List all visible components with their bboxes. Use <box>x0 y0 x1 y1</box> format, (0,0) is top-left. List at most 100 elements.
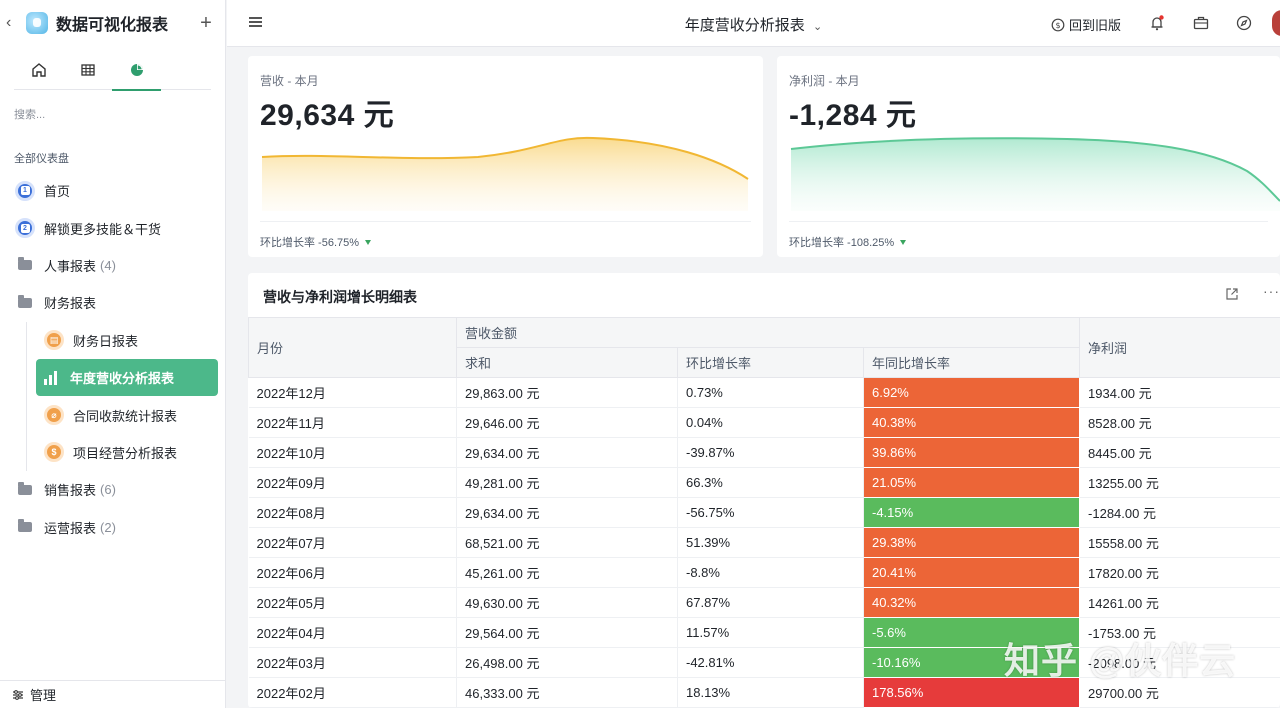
sidebar-folder-sales[interactable]: 销售报表 (6) <box>0 471 225 508</box>
table-row[interactable]: 2022年07月 68,521.00 元 51.39% 29.38% 15558.00 … <box>248 527 1280 558</box>
table-row[interactable]: 2022年09月 49,281.00 元 66.3% 21.05% 13255.00 元 <box>248 467 1280 498</box>
bar-chart-icon <box>44 370 60 385</box>
sidebar-item-project-operation[interactable]: $ 项目经营分析报表 <box>36 434 218 471</box>
cell-yoy-rate: 20.41% <box>863 557 1081 588</box>
manage-label: 管理 <box>30 688 57 703</box>
cell-month: 2022年06月 <box>248 557 457 588</box>
cell-mom-rate: 11.57% <box>677 617 864 648</box>
cell-net-profit: 8445.00 元 <box>1079 437 1280 468</box>
pie-chart-icon <box>130 64 143 76</box>
tab-table[interactable] <box>63 50 112 90</box>
sidebar-item-finance-daily[interactable]: ▤ 财务日报表 <box>36 322 218 359</box>
cell-yoy-rate: -4.15% <box>863 497 1081 528</box>
sidebar-folder-finance[interactable]: 财务报表 <box>0 284 225 321</box>
number-badge-icon: 1 <box>15 180 35 201</box>
sidebar-item-contract-collection[interactable]: ⌀ 合同收款统计报表 <box>36 396 218 433</box>
sidebar-item-label: 首页 <box>44 184 71 200</box>
kpi-card-revenue: 营收 - 本月 29,634 元 环比增长率 -56.75% <box>248 56 763 257</box>
cell-month: 2022年05月 <box>248 587 457 618</box>
document-icon: ▤ <box>44 330 64 351</box>
section-title: 全部仪表盘 <box>14 153 69 165</box>
cell-mom-rate: 67.87% <box>677 587 864 618</box>
kpi-footer: 环比增长率 -108.25% <box>789 234 907 250</box>
cell-yoy-rate: 6.92% <box>863 377 1081 408</box>
cell-yoy-rate: 40.38% <box>863 407 1081 438</box>
down-triangle-icon <box>365 239 372 245</box>
sidebar-item-label: 人事报表 <box>44 258 97 274</box>
more-icon[interactable]: ··· <box>1263 283 1280 299</box>
kpi-card-net-profit: 净利润 - 本月 -1,284 元 环比增长率 -108.25% <box>777 56 1280 257</box>
down-triangle-icon <box>900 239 907 245</box>
cell-net-profit: 13255.00 元 <box>1079 467 1280 498</box>
number-badge-icon: 2 <box>15 218 35 239</box>
watermark: 知乎 @伙伴云 <box>1004 640 1237 681</box>
back-chevron-icon[interactable]: ‹ <box>6 14 18 32</box>
header-yoy-rate[interactable]: 年同比增长率 <box>862 347 1081 378</box>
table-row[interactable]: 2022年05月 49,630.00 元 67.87% 40.32% 14261.00 … <box>248 587 1280 618</box>
cell-net-profit: -1284.00 元 <box>1079 497 1280 528</box>
sidebar-item-skills[interactable]: 2 解锁更多技能＆干货 <box>0 209 225 246</box>
cell-month: 2022年09月 <box>248 467 457 498</box>
sidebar-tabs <box>14 50 211 91</box>
table-row[interactable]: 2022年11月 29,646.00 元 0.04% 40.38% 8528.00 元 <box>248 407 1280 438</box>
sidebar-header: ‹ 数据可视化报表 + <box>0 0 225 46</box>
chevron-down-icon: ⌄ <box>812 21 823 33</box>
header-net-profit[interactable]: 净利润 <box>1079 317 1280 378</box>
folder-open-icon <box>18 294 32 308</box>
cell-yoy-rate: 39.86% <box>863 437 1081 468</box>
add-icon[interactable]: + <box>197 12 215 35</box>
kpi-label: 净利润 - 本月 <box>789 74 860 88</box>
sidebar-folder-hr[interactable]: 人事报表 (4) <box>0 247 225 284</box>
header-month[interactable]: 月份 <box>248 317 457 378</box>
sidebar-item-home[interactable]: 1 首页 <box>0 172 225 209</box>
cell-mom-rate: 66.3% <box>677 467 864 498</box>
sliders-icon <box>13 689 23 700</box>
tab-dashboard[interactable] <box>112 50 161 91</box>
table-row[interactable]: 2022年10月 29,634.00 元 -39.87% 39.86% 8445.00 … <box>248 437 1280 468</box>
app-logo <box>26 12 48 34</box>
topbar: 年度营收分析报表 ⌄ $ 回到旧版 <box>227 0 1280 47</box>
table-row[interactable]: 2022年08月 29,634.00 元 -56.75% -4.15% -1284.00… <box>248 497 1280 528</box>
header-sum[interactable]: 求和 <box>456 347 678 378</box>
compass-icon[interactable] <box>1235 14 1253 32</box>
sidebar-item-label: 年度营收分析报表 <box>70 371 175 387</box>
cell-mom-rate: -8.8% <box>677 557 864 588</box>
table-row[interactable]: 2022年12月 29,863.00 元 0.73% 6.92% 1934.00 元 <box>248 377 1280 408</box>
cell-net-profit: 15558.00 元 <box>1079 527 1280 558</box>
manage-button[interactable]: 管理 <box>0 680 225 708</box>
grid-icon <box>80 64 95 76</box>
mom-rate: 环比增长率 -108.25% <box>789 237 895 249</box>
cell-mom-rate: 18.13% <box>677 677 864 708</box>
cell-sum: 26,498.00 元 <box>456 647 678 678</box>
table-row[interactable]: 2022年06月 45,261.00 元 -8.8% 20.41% 17820.00 元 <box>248 557 1280 588</box>
profit-sparkline <box>790 137 1280 211</box>
tab-home[interactable] <box>14 50 63 90</box>
page-title-dropdown[interactable]: 年度营收分析报表 ⌄ <box>227 14 1280 35</box>
cell-month: 2022年08月 <box>248 497 457 528</box>
cell-sum: 29,564.00 元 <box>456 617 678 648</box>
sidebar-search-input[interactable]: 搜索... <box>0 90 225 124</box>
revenue-sparkline <box>261 136 749 211</box>
sidebar-item-label: 解锁更多技能＆干货 <box>44 221 162 237</box>
sidebar-item-annual-revenue[interactable]: 年度营收分析报表 <box>36 358 218 397</box>
cell-mom-rate: -56.75% <box>677 497 864 528</box>
item-count: (4) <box>100 257 116 273</box>
expand-icon[interactable] <box>1225 287 1239 301</box>
avatar[interactable] <box>1272 10 1280 36</box>
cell-month: 2022年03月 <box>248 647 457 678</box>
paperclip-icon: ⌀ <box>44 405 64 426</box>
kpi-label: 营收 - 本月 <box>260 74 319 88</box>
back-to-old-version-button[interactable]: $ 回到旧版 <box>1051 15 1121 34</box>
cell-sum: 49,281.00 元 <box>456 467 678 498</box>
header-mom-rate[interactable]: 环比增长率 <box>677 347 864 378</box>
cell-month: 2022年12月 <box>248 377 457 408</box>
bell-icon[interactable] <box>1148 14 1166 32</box>
cell-net-profit: 14261.00 元 <box>1079 587 1280 618</box>
briefcase-icon[interactable] <box>1192 14 1210 32</box>
cell-sum: 46,333.00 元 <box>456 677 678 708</box>
cell-sum: 29,646.00 元 <box>456 407 678 438</box>
cell-sum: 45,261.00 元 <box>456 557 678 588</box>
cell-mom-rate: 0.73% <box>677 377 864 408</box>
sidebar-folder-operations[interactable]: 运营报表 (2) <box>0 509 225 546</box>
cell-yoy-rate: 29.38% <box>863 527 1081 558</box>
